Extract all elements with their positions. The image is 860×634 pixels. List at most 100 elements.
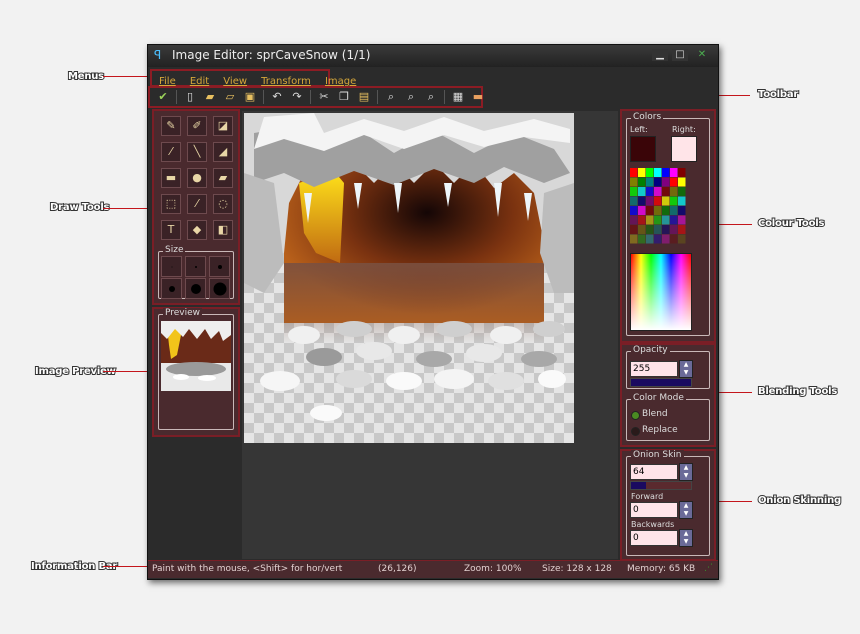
sprite-image[interactable] bbox=[244, 113, 574, 443]
ellipse-tool-icon[interactable]: ● bbox=[187, 168, 207, 188]
opacity-slider[interactable] bbox=[630, 378, 692, 387]
onion-skin-slider[interactable] bbox=[630, 481, 692, 490]
palette-swatch[interactable] bbox=[646, 177, 654, 187]
palette-swatch[interactable] bbox=[662, 196, 670, 206]
brush-size-3[interactable] bbox=[209, 256, 230, 277]
palette-swatch[interactable] bbox=[678, 206, 686, 215]
undo-icon[interactable]: ↶ bbox=[270, 90, 284, 104]
palette-swatch[interactable] bbox=[630, 215, 638, 225]
palette-swatch[interactable] bbox=[678, 234, 686, 244]
palette-swatch[interactable] bbox=[670, 168, 678, 177]
palette-swatch[interactable] bbox=[670, 187, 678, 196]
line-tool-icon[interactable]: ╲ bbox=[187, 142, 207, 162]
zoom-actual-icon[interactable]: ⌕ bbox=[404, 90, 418, 104]
text-tool-icon[interactable]: T bbox=[161, 220, 181, 240]
palette-swatch[interactable] bbox=[630, 206, 638, 215]
blend-radio[interactable] bbox=[631, 411, 640, 420]
palette-swatch[interactable] bbox=[638, 168, 646, 177]
fill-shape-tool-icon[interactable]: ◢ bbox=[213, 142, 233, 162]
palette-swatch[interactable] bbox=[678, 168, 686, 177]
palette-swatch[interactable] bbox=[670, 225, 678, 234]
palette-swatch[interactable] bbox=[638, 187, 646, 196]
backwards-spinner[interactable]: ▲ ▼ bbox=[679, 529, 693, 547]
maximize-button[interactable]: □ bbox=[672, 49, 688, 61]
rectangle-tool-icon[interactable]: ▬ bbox=[161, 168, 181, 188]
palette-swatch[interactable] bbox=[630, 225, 638, 234]
minimize-button[interactable]: ▁ bbox=[652, 49, 668, 61]
palette-swatch[interactable] bbox=[670, 177, 678, 187]
new-file-icon[interactable]: ▯ bbox=[183, 90, 197, 104]
palette-swatch[interactable] bbox=[654, 177, 662, 187]
color-palette[interactable] bbox=[630, 168, 688, 246]
palette-swatch[interactable] bbox=[662, 234, 670, 244]
replace-color-tool-icon[interactable]: ◧ bbox=[213, 220, 233, 240]
opacity-input[interactable]: 255 bbox=[630, 361, 678, 377]
pencil-tool-icon[interactable]: ✎ bbox=[161, 116, 181, 136]
palette-swatch[interactable] bbox=[630, 196, 638, 206]
resize-grip-icon[interactable]: ⋰ bbox=[704, 563, 713, 573]
palette-swatch[interactable] bbox=[638, 225, 646, 234]
select-rect-tool-icon[interactable]: ⬚ bbox=[161, 194, 181, 214]
palette-swatch[interactable] bbox=[670, 206, 678, 215]
palette-swatch[interactable] bbox=[646, 187, 654, 196]
right-color-swatch[interactable] bbox=[671, 136, 697, 162]
palette-swatch[interactable] bbox=[654, 234, 662, 244]
zoom-out-icon[interactable]: ⌕ bbox=[384, 90, 398, 104]
palette-swatch[interactable] bbox=[662, 177, 670, 187]
palette-swatch[interactable] bbox=[678, 215, 686, 225]
palette-swatch[interactable] bbox=[662, 225, 670, 234]
close-button[interactable]: ✕ bbox=[694, 49, 710, 61]
onion-skin-spinner[interactable]: ▲ ▼ bbox=[679, 463, 693, 481]
fill-bucket-tool-icon[interactable]: ◆ bbox=[187, 220, 207, 240]
replace-radio[interactable] bbox=[631, 427, 640, 436]
palette-swatch[interactable] bbox=[638, 177, 646, 187]
copy-icon[interactable]: ❐ bbox=[337, 90, 351, 104]
palette-swatch[interactable] bbox=[638, 234, 646, 244]
paste-icon[interactable]: ▤ bbox=[357, 90, 371, 104]
forward-input[interactable]: 0 bbox=[630, 502, 678, 518]
eraser-tool-icon[interactable]: ◪ bbox=[213, 116, 233, 136]
left-color-swatch[interactable] bbox=[630, 136, 656, 162]
palette-swatch[interactable] bbox=[662, 215, 670, 225]
palette-swatch[interactable] bbox=[630, 187, 638, 196]
image-properties-icon[interactable]: ▬ bbox=[471, 90, 485, 104]
palette-swatch[interactable] bbox=[646, 206, 654, 215]
palette-swatch[interactable] bbox=[654, 215, 662, 225]
palette-swatch[interactable] bbox=[654, 206, 662, 215]
opacity-spinner[interactable]: ▲ ▼ bbox=[679, 360, 693, 378]
palette-swatch[interactable] bbox=[662, 168, 670, 177]
palette-swatch[interactable] bbox=[662, 187, 670, 196]
palette-swatch[interactable] bbox=[630, 177, 638, 187]
palette-swatch[interactable] bbox=[654, 196, 662, 206]
brush-size-1[interactable] bbox=[161, 256, 182, 277]
palette-swatch[interactable] bbox=[646, 234, 654, 244]
palette-swatch[interactable] bbox=[630, 234, 638, 244]
palette-swatch[interactable] bbox=[662, 206, 670, 215]
palette-swatch[interactable] bbox=[678, 196, 686, 206]
palette-swatch[interactable] bbox=[678, 187, 686, 196]
save-icon[interactable]: ▣ bbox=[243, 90, 257, 104]
color-spectrum[interactable] bbox=[630, 253, 692, 331]
select-ellipse-tool-icon[interactable]: ◌ bbox=[213, 194, 233, 214]
grid-icon[interactable]: ▦ bbox=[451, 90, 465, 104]
palette-swatch[interactable] bbox=[654, 225, 662, 234]
brush-size-6[interactable] bbox=[209, 278, 230, 299]
palette-swatch[interactable] bbox=[670, 196, 678, 206]
brush-size-4[interactable] bbox=[161, 278, 182, 299]
palette-swatch[interactable] bbox=[670, 215, 678, 225]
palette-swatch[interactable] bbox=[654, 187, 662, 196]
palette-swatch[interactable] bbox=[670, 234, 678, 244]
palette-swatch[interactable] bbox=[678, 177, 686, 187]
zoom-in-icon[interactable]: ⌕ bbox=[424, 90, 438, 104]
spray-tool-icon[interactable]: ✐ bbox=[187, 116, 207, 136]
import-folder-icon[interactable]: ▱ bbox=[223, 90, 237, 104]
backwards-input[interactable]: 0 bbox=[630, 530, 678, 546]
brush-size-5[interactable] bbox=[185, 278, 206, 299]
palette-swatch[interactable] bbox=[646, 215, 654, 225]
color-picker-tool-icon[interactable]: ⁄ bbox=[161, 142, 181, 162]
palette-swatch[interactable] bbox=[638, 206, 646, 215]
magic-wand-tool-icon[interactable]: ⁄ bbox=[187, 194, 207, 214]
palette-swatch[interactable] bbox=[654, 168, 662, 177]
confirm-icon[interactable]: ✔ bbox=[156, 90, 170, 104]
palette-swatch[interactable] bbox=[638, 196, 646, 206]
